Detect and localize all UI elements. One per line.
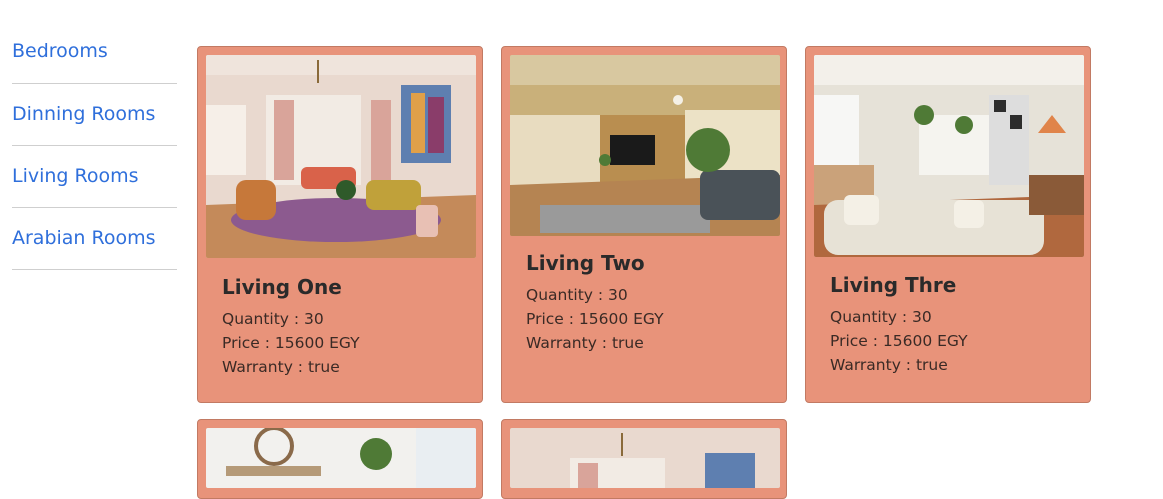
product-price: Price : 15600 EGY [830, 332, 968, 350]
product-image [510, 428, 780, 488]
product-title: Living Two [526, 251, 645, 275]
product-price: Price : 15600 EGY [526, 310, 664, 328]
product-quantity: Quantity : 30 [830, 308, 932, 326]
product-image [510, 55, 780, 236]
sidebar-item-dinning-rooms[interactable]: Dinning Rooms [12, 84, 177, 146]
product-title: Living Thre [830, 273, 957, 297]
product-price: Price : 15600 EGY [222, 334, 360, 352]
category-sidebar: Bedrooms Dinning Rooms Living Rooms Arab… [12, 22, 177, 270]
product-title: Living One [222, 275, 342, 299]
sidebar-item-living-rooms[interactable]: Living Rooms [12, 146, 177, 208]
product-card[interactable]: Living Two Quantity : 30 Price : 15600 E… [501, 46, 787, 403]
product-card[interactable] [197, 419, 483, 499]
product-image [206, 428, 476, 488]
product-warranty: Warranty : true [222, 358, 340, 376]
product-image [814, 55, 1084, 257]
product-card[interactable]: Living Thre Quantity : 30 Price : 15600 … [805, 46, 1091, 403]
product-image [206, 55, 476, 258]
sidebar-item-bedrooms[interactable]: Bedrooms [12, 22, 177, 84]
product-warranty: Warranty : true [830, 356, 948, 374]
product-quantity: Quantity : 30 [526, 286, 628, 304]
product-card[interactable]: Living One Quantity : 30 Price : 15600 E… [197, 46, 483, 403]
product-quantity: Quantity : 30 [222, 310, 324, 328]
product-card[interactable] [501, 419, 787, 499]
sidebar-item-arabian-rooms[interactable]: Arabian Rooms [12, 208, 177, 270]
product-warranty: Warranty : true [526, 334, 644, 352]
